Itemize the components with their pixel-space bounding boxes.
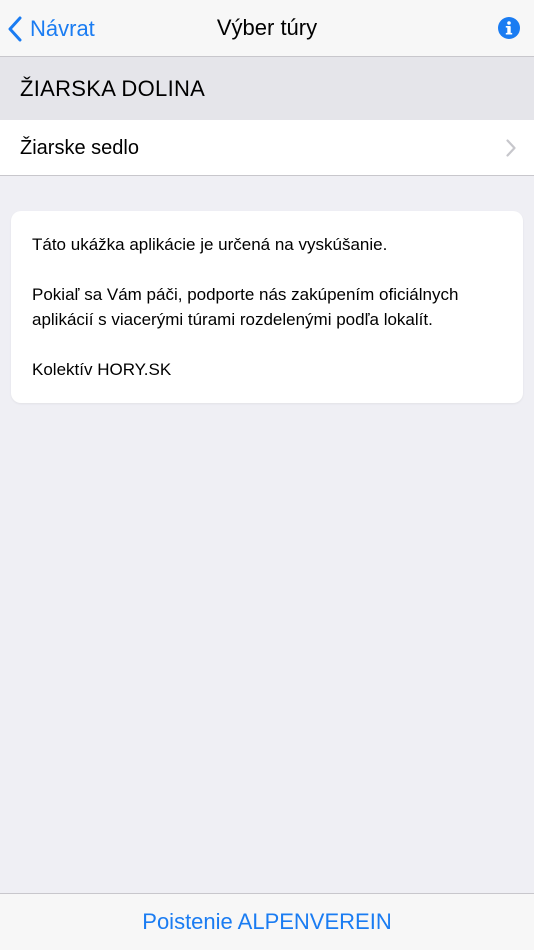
notice-card: Táto ukážka aplikácie je určená na vyskú… [11, 211, 523, 403]
list-item-label: Žiarske sedlo [20, 137, 139, 159]
navigation-bar: Návrat Výber túry [0, 0, 534, 57]
back-button-label: Návrat [30, 16, 95, 41]
info-icon[interactable] [498, 17, 520, 39]
back-button[interactable]: Návrat [8, 12, 95, 46]
chevron-right-icon [506, 139, 516, 157]
notice-signature: Kolektív HORY.SK [32, 360, 172, 379]
insurance-link[interactable]: Poistenie ALPENVEREIN [142, 909, 391, 935]
section-header: ŽIARSKA DOLINA [0, 57, 534, 120]
list-item-ziarske-sedlo[interactable]: Žiarske sedlo [0, 120, 534, 176]
notice-paragraph-trial: Táto ukážka aplikácie je určená na vyskú… [32, 235, 388, 254]
notice-paragraph-support: Pokiaľ sa Vám páči, podporte nás zakúpen… [32, 285, 459, 329]
bottom-bar: Poistenie ALPENVEREIN [0, 893, 534, 950]
chevron-left-icon [8, 16, 22, 42]
